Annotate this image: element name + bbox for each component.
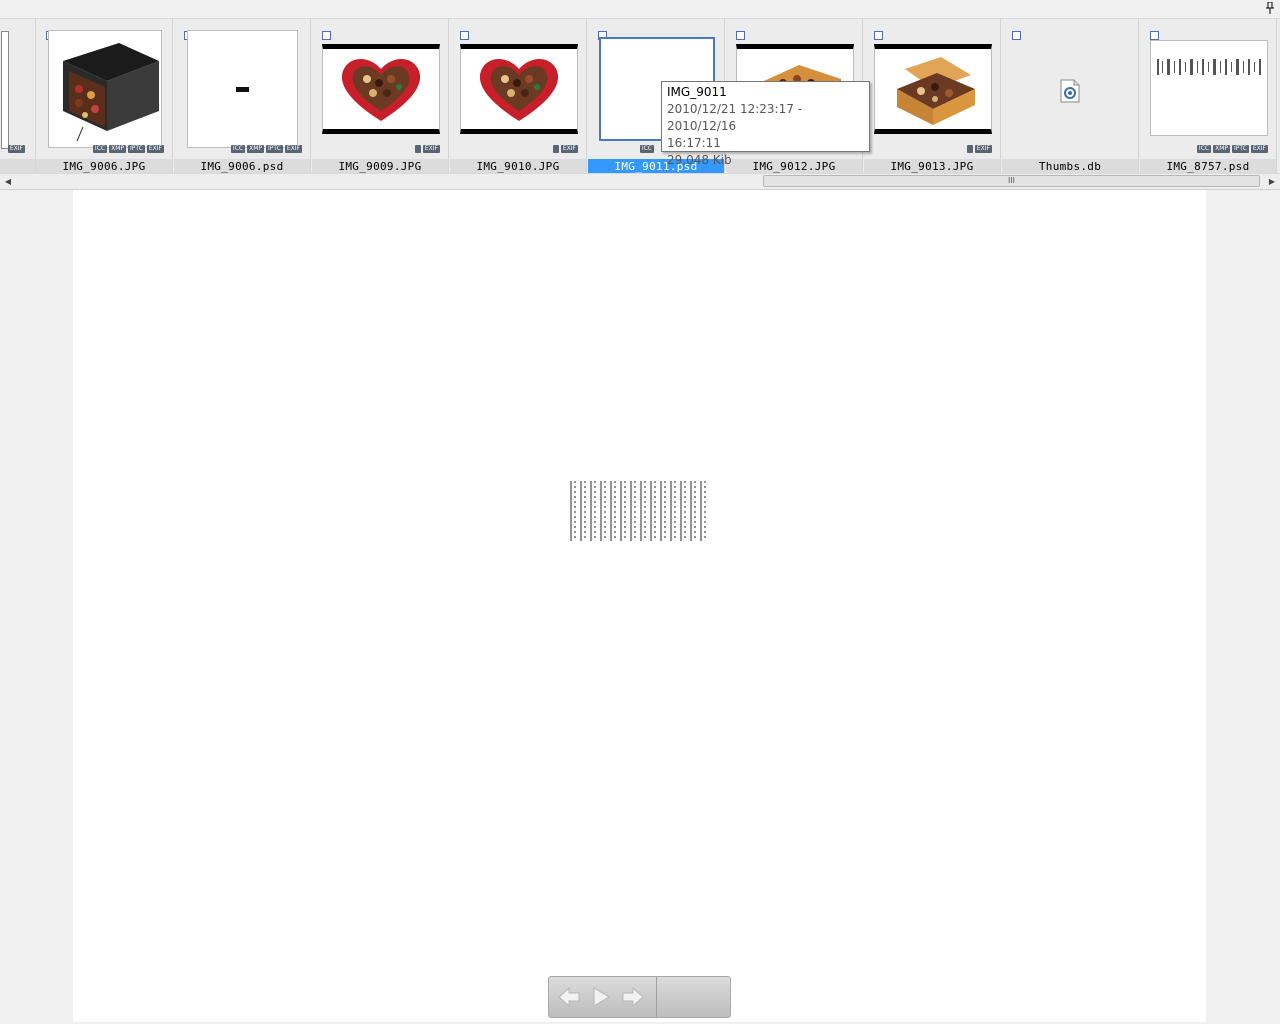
badge [552,145,559,153]
select-checkbox[interactable] [874,31,883,40]
thumbnail-caption: IMG_9009.JPG [312,159,448,174]
thumbnail-strip: EXIF pg ICC XMP IPTC EXIF IMG_900 [0,18,1280,174]
badge: EXIF [974,145,992,153]
metadata-badges: ICC XMP IPTC EXIF [1196,145,1268,153]
arrow-right-icon[interactable] [621,985,645,1009]
badge: EXIF [422,145,440,153]
thumbnail-item[interactable]: ICC XMP IPTC EXIF IMG_9006.psd [174,19,311,174]
select-checkbox[interactable] [322,31,331,40]
badge: XMP [1213,145,1230,153]
tooltip-dates: 2010/12/21 12:23:17 - 2010/12/16 [667,102,803,133]
badge: ICC [639,145,654,153]
scroll-left-button[interactable]: ◀ [0,174,16,189]
badge: XMP [247,145,264,153]
arrow-left-icon[interactable] [557,985,581,1009]
thumbnail-item[interactable]: Thumbs.db [1002,19,1139,174]
badge: IPTC [127,145,145,153]
thumbnail-caption: IMG_9006.psd [174,159,310,174]
metadata-badges: EXIF [7,145,25,153]
play-icon[interactable] [589,985,613,1009]
thumbnail-image [460,44,578,134]
thumbnail-caption: pg [0,159,35,174]
metadata-badges: ICC [639,145,654,153]
select-checkbox[interactable] [1012,31,1021,40]
metadata-badges: EXIF [966,145,992,153]
thumbnail-caption: Thumbs.db [1002,159,1138,174]
badge: XMP [109,145,126,153]
settings-file-icon [1059,79,1081,103]
tooltip-filename: IMG_9011 [667,85,727,99]
select-checkbox[interactable] [736,31,745,40]
metadata-badges: EXIF [414,145,440,153]
badge: ICC [1196,145,1212,153]
thumbnail-caption: IMG_9013.JPG [864,159,1000,174]
horizontal-scrollbar[interactable]: ◀ III ▶ [0,173,1280,190]
title-bar [0,0,1280,18]
thumbnail-item[interactable]: EXIF IMG_9010.JPG [450,19,587,174]
badge: ICC [230,145,246,153]
badge: EXIF [284,145,302,153]
thumbnail-item[interactable]: ICC XMP IPTC EXIF IMG_8757.psd [1140,19,1277,174]
metadata-badges: EXIF [552,145,578,153]
divider [656,977,657,1017]
badge: EXIF [146,145,164,153]
badge: EXIF [7,145,25,153]
thumbnail-caption: IMG_9010.JPG [450,159,586,174]
file-info-tooltip: IMG_9011 2010/12/21 12:23:17 - 2010/12/1… [661,81,870,167]
preview-image [569,480,709,542]
thumbnail-caption: IMG_8757.psd [1140,159,1276,174]
thumbnail-image [48,30,162,148]
scrollbar-thumb[interactable]: III [763,175,1260,187]
badge: EXIF [560,145,578,153]
image-viewer[interactable] [73,190,1206,1022]
select-checkbox[interactable] [1150,31,1159,40]
thumbnail-image [1150,40,1268,136]
thumbnail-item[interactable]: ICC XMP IPTC EXIF IMG_9006.JPG [36,19,173,174]
badge: EXIF [1250,145,1268,153]
thumbnail-item[interactable]: EXIF IMG_9009.JPG [312,19,449,174]
badge: ICC [92,145,108,153]
scroll-right-button[interactable]: ▶ [1264,174,1280,189]
thumbnail-caption: IMG_9006.JPG [36,159,172,174]
select-checkbox[interactable] [460,31,469,40]
metadata-badges: ICC XMP IPTC EXIF [230,145,302,153]
thumbnail-image [322,44,440,134]
badge: IPTC [1231,145,1249,153]
thumbnail-image [874,44,992,134]
badge [414,145,421,153]
tooltip-filesize: 29,048 Kib [667,153,732,167]
thumbnail-item[interactable]: EXIF IMG_9013.JPG [864,19,1001,174]
thumbnail-image [187,30,298,148]
tooltip-time: 16:17:11 [667,136,721,150]
thumbnail-image [1,31,9,149]
thumbnail-item[interactable]: EXIF pg [0,19,36,174]
pin-icon[interactable] [1264,1,1276,16]
badge [966,145,973,153]
badge: IPTC [265,145,283,153]
slideshow-controls [548,976,731,1018]
metadata-badges: ICC XMP IPTC EXIF [92,145,164,153]
